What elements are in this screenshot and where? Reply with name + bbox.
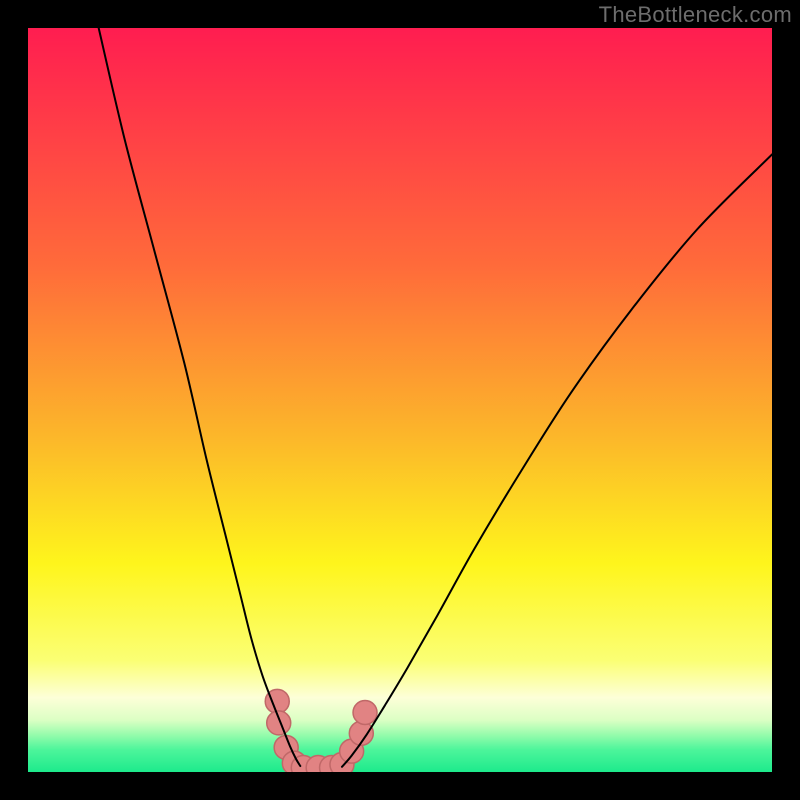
valley-marker xyxy=(267,711,291,735)
chart-background xyxy=(28,28,772,772)
watermark-label: TheBottleneck.com xyxy=(599,2,792,28)
chart-frame: TheBottleneck.com xyxy=(0,0,800,800)
plot-area xyxy=(28,28,772,772)
chart-svg xyxy=(28,28,772,772)
valley-marker xyxy=(353,700,377,724)
